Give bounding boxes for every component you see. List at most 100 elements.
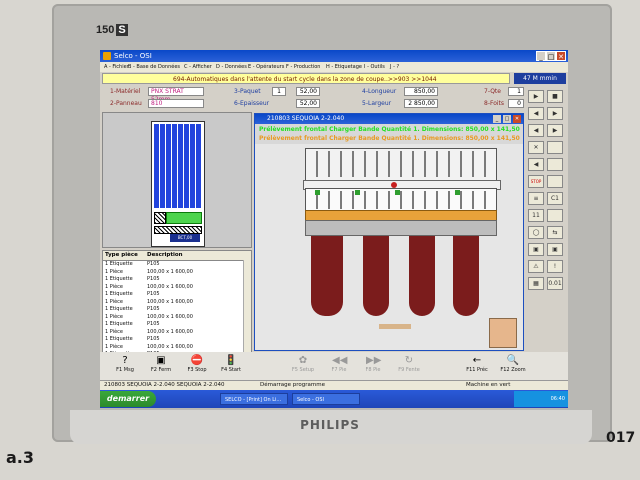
start-button[interactable]: demarrer — [100, 391, 156, 407]
tool-button[interactable]: C1 — [547, 192, 563, 205]
table-row[interactable]: 1 Etiquette P105 — [103, 321, 243, 328]
materiel-label: 1-Matériel — [110, 88, 141, 95]
tool-button[interactable]: ▣ — [528, 243, 544, 256]
function-icon: ← — [472, 355, 482, 366]
machine-minimize-button[interactable]: _ — [493, 115, 501, 123]
tool-button[interactable]: 11 — [528, 209, 544, 222]
tool-button[interactable]: ▣ — [547, 243, 563, 256]
function-button[interactable]: ▣ F2 Ferm — [144, 354, 178, 378]
tool-button[interactable]: ◀ — [528, 124, 544, 137]
maximize-button[interactable]: □ — [546, 51, 556, 61]
piece-type: 1 Etiquette — [105, 321, 133, 327]
machine-3d-view[interactable] — [255, 144, 523, 350]
function-button[interactable]: ↻ F9 Fente — [392, 354, 426, 378]
tool-button[interactable]: ■ — [547, 90, 563, 103]
minimize-button[interactable]: _ — [536, 51, 546, 61]
longueur-field[interactable]: 850,00 — [404, 87, 438, 96]
tool-button[interactable]: ◯ — [528, 226, 544, 239]
menu-afficher[interactable]: C - Afficher — [184, 64, 212, 70]
tool-button[interactable] — [547, 158, 563, 171]
tool-button[interactable]: ▶ — [547, 124, 563, 137]
function-button[interactable]: ▶▶ F8 Pie — [356, 354, 390, 378]
function-button[interactable]: 🚦 F4 Start — [214, 354, 248, 378]
tool-button[interactable]: STOP — [528, 175, 544, 188]
cutting-diagram-panel: BCT,00 — [102, 112, 252, 248]
tool-button[interactable]: ! — [547, 260, 563, 273]
tool-button[interactable]: 0.01 — [547, 277, 563, 290]
function-button[interactable]: ← F11 Préc — [460, 354, 494, 378]
table-row[interactable]: 1 Pièce 100,00 x 1 600,00 — [103, 284, 243, 291]
tool-button[interactable] — [547, 175, 563, 188]
cutting-diagram[interactable]: BCT,00 — [151, 121, 205, 247]
machine-close-button[interactable]: ✕ — [513, 115, 521, 123]
close-button[interactable]: ✕ — [556, 51, 566, 61]
table-row[interactable]: 1 Etiquette P105 — [103, 336, 243, 343]
menu-operateurs[interactable]: E - Opérateurs — [248, 64, 284, 70]
title-bar: Selco - OSI _ □ ✕ — [100, 50, 568, 62]
menu-etiquetage[interactable]: H - Etiquetage — [326, 64, 362, 70]
tool-button[interactable]: ▦ — [528, 277, 544, 290]
function-label: F4 Start — [221, 367, 241, 373]
menu-outils[interactable]: I - Outils — [364, 64, 385, 70]
tool-button[interactable]: ▶ — [528, 90, 544, 103]
foits-field[interactable]: 0 — [508, 99, 524, 108]
status-message-bar: 694-Automatiques dans l'attente du start… — [102, 73, 510, 84]
function-button[interactable]: ◀◀ F7 Pie — [322, 354, 356, 378]
function-button[interactable]: ⛔ F3 Stop — [180, 354, 214, 378]
tool-button[interactable]: ⇆ — [547, 226, 563, 239]
paquet-spinner[interactable]: 1 — [272, 87, 286, 96]
tool-button[interactable]: ▶ — [547, 107, 563, 120]
task-selco-osi[interactable]: Selco - OSI — [292, 393, 360, 405]
tool-button[interactable] — [547, 141, 563, 154]
table-header: Type pièce Description — [103, 251, 251, 261]
tool-button[interactable]: ◀ — [528, 107, 544, 120]
panneau-field[interactable]: 810 — [148, 99, 204, 108]
function-icon: ↻ — [404, 355, 414, 366]
lifting-table — [311, 236, 343, 316]
table-row[interactable]: 1 Pièce 100,00 x 1 600,00 — [103, 329, 243, 336]
function-button[interactable]: ✿ F5 Setup — [286, 354, 320, 378]
tool-button[interactable]: ⚠ — [528, 260, 544, 273]
tool-button[interactable]: ✕ — [528, 141, 544, 154]
paquet-field[interactable]: 52,00 — [296, 87, 320, 96]
status-message: 694-Automatiques dans l'attente du start… — [173, 76, 437, 83]
largeur-field[interactable]: 2 850,00 — [404, 99, 438, 108]
function-button[interactable]: ? F1 Msg — [108, 354, 142, 378]
status-state: Démarrage programme — [260, 382, 325, 388]
field-row-1: 1-Matériel PNX STRAT 52mm 3-Paquet 1 52,… — [100, 87, 568, 103]
menu-base-donnees[interactable]: B - Base de Données — [128, 64, 180, 70]
table-row[interactable]: 1 Pièce 100,00 x 1 600,00 — [103, 299, 243, 306]
epaisseur-field[interactable]: 52,00 — [296, 99, 320, 108]
status-program: 210803 SEQUOIA 2-2.040 SEQUOIA 2-2.040 — [104, 382, 225, 388]
monitor-brand: PHILIPS — [300, 418, 360, 432]
menu-help[interactable]: J - ? — [390, 64, 399, 70]
tool-button[interactable]: ◀ — [528, 158, 544, 171]
lifting-table — [409, 236, 435, 316]
table-row[interactable]: 1 Pièce 100,00 x 1 600,00 — [103, 344, 243, 351]
table-row[interactable]: 1 Etiquette P105 — [103, 276, 243, 283]
machine-view-title: 210803 SEQUOIA 2-2.040 — [267, 115, 345, 122]
menu-donnees[interactable]: D - Données — [216, 64, 247, 70]
table-row[interactable]: 1 Pièce 100,00 x 1 600,00 — [103, 269, 243, 276]
tool-button[interactable] — [547, 209, 563, 222]
piece-type: 1 Etiquette — [105, 291, 133, 297]
sensor-marker — [355, 190, 360, 195]
qte-field[interactable]: 1 — [508, 87, 524, 96]
piece-description: 100,00 x 1 600,00 — [147, 313, 193, 320]
foits-label: 8-Foits — [484, 100, 505, 107]
menu-production[interactable]: F - Production — [286, 64, 320, 70]
piece-type: 1 Etiquette — [105, 261, 133, 267]
function-button[interactable]: 🔍 F12 Zoom — [496, 354, 530, 378]
table-row[interactable]: 1 Etiquette P105 — [103, 261, 243, 268]
app-icon — [103, 52, 111, 60]
tool-button[interactable]: ≡ — [528, 192, 544, 205]
machine-maximize-button[interactable]: □ — [503, 115, 511, 123]
machine-hood — [305, 148, 497, 182]
materiel-field[interactable]: PNX STRAT 52mm — [148, 87, 204, 103]
table-row[interactable]: 1 Etiquette P105 — [103, 306, 243, 313]
stack-box — [489, 318, 517, 348]
table-row[interactable]: 1 Pièce 100,00 x 1 600,00 — [103, 314, 243, 321]
table-row[interactable]: 1 Etiquette P105 — [103, 291, 243, 298]
menu-fichier[interactable]: A - Fichier — [104, 64, 129, 70]
task-selco-print[interactable]: SELCO - [Print] On Li... — [220, 393, 288, 405]
